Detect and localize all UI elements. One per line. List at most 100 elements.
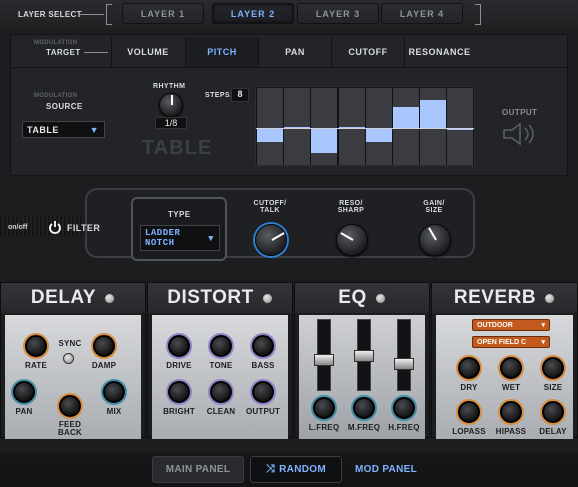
step-value-bar	[257, 128, 283, 142]
random-label: RANDOM	[279, 464, 326, 475]
feedback-knob[interactable]	[59, 395, 81, 417]
tab-pitch[interactable]: PITCH	[185, 37, 258, 67]
mid-freq-knob[interactable]	[353, 397, 375, 419]
mix-knob[interactable]	[103, 381, 125, 403]
eq-power-led[interactable]	[374, 292, 386, 304]
bright-label: BRIGHT	[163, 407, 195, 416]
main-panel-button[interactable]: MAIN PANEL	[152, 456, 244, 483]
cutoff-label: CUTOFF/TALK	[253, 200, 287, 214]
power-icon[interactable]	[48, 220, 62, 234]
step-cell[interactable]	[365, 88, 392, 165]
step-cell[interactable]	[420, 88, 447, 165]
rate-label: RATE	[25, 361, 47, 370]
reso-knob[interactable]	[336, 224, 368, 256]
rate-knob[interactable]	[25, 335, 47, 357]
eq-body: L.FREQ M.FREQ H.FREQ	[299, 315, 425, 439]
pan-knob[interactable]	[13, 381, 35, 403]
bright-knob[interactable]	[168, 381, 190, 403]
step-cell[interactable]	[284, 88, 311, 165]
divider	[80, 14, 104, 15]
delay-body: RATE SYNC DAMP PAN FEED BACK MIX	[5, 315, 141, 439]
low-freq-label: L.FREQ	[308, 423, 340, 432]
wet-label: WET	[501, 383, 521, 392]
bracket-right	[475, 4, 481, 25]
filter-type-line2: NOTCH	[145, 238, 175, 248]
steps-label: STEPS:	[205, 92, 233, 99]
gain-knob[interactable]	[419, 224, 451, 256]
damp-knob[interactable]	[93, 335, 115, 357]
step-value-bar	[420, 99, 447, 129]
tab-resonance[interactable]: RESONANCE	[404, 37, 474, 67]
delay-power-led[interactable]	[104, 292, 116, 304]
distort-body: DRIVE TONE BASS BRIGHT CLEAN OUTPUT	[152, 315, 288, 439]
high-freq-knob[interactable]	[393, 397, 415, 419]
step-cell[interactable]	[257, 88, 283, 165]
bass-knob[interactable]	[252, 335, 274, 357]
mod-panel-button[interactable]: MOD PANEL	[340, 456, 432, 483]
tone-knob[interactable]	[210, 335, 232, 357]
rhythm-knob[interactable]	[159, 93, 183, 117]
random-button[interactable]: ⤨ RANDOM	[250, 456, 342, 483]
speaker-icon	[502, 122, 542, 148]
steps-value[interactable]: 8	[231, 88, 249, 102]
drive-knob[interactable]	[168, 335, 190, 357]
tab-layer-4[interactable]: LAYER 4	[381, 3, 463, 24]
clean-label: CLEAN	[206, 407, 236, 416]
reverb-preset-dropdown[interactable]: OPEN FIELD C ▾	[472, 336, 550, 348]
gain-label: GAIN/SIZE	[423, 200, 445, 214]
bass-label: BASS	[251, 361, 275, 370]
reso-label: RESO/SHARP	[337, 200, 365, 214]
step-cell[interactable]	[338, 88, 365, 165]
low-freq-slider[interactable]	[314, 319, 334, 391]
wet-knob[interactable]	[500, 357, 522, 379]
output-gain-label: OUTPUT	[245, 407, 281, 416]
tab-pan[interactable]: PAN	[258, 37, 331, 67]
tab-layer-3[interactable]: LAYER 3	[297, 3, 379, 24]
output-knob[interactable]	[252, 381, 274, 403]
clean-knob[interactable]	[210, 381, 232, 403]
hipass-knob[interactable]	[500, 401, 522, 423]
step-cell[interactable]	[393, 88, 419, 165]
distort-power-led[interactable]	[261, 292, 273, 304]
mix-label: MIX	[106, 407, 122, 416]
high-freq-slider[interactable]	[394, 319, 414, 391]
tab-layer-1[interactable]: LAYER 1	[122, 3, 204, 24]
sync-toggle[interactable]	[63, 353, 74, 364]
lopass-knob[interactable]	[458, 401, 480, 423]
mid-freq-slider[interactable]	[354, 319, 374, 391]
feedback-label: FEED BACK	[58, 420, 82, 437]
filter-type-dropdown[interactable]: LADDER NOTCH ▼	[140, 225, 220, 251]
reverb-power-led[interactable]	[544, 292, 556, 304]
tab-layer-2[interactable]: LAYER 2	[212, 3, 294, 24]
delay-header: DELAY	[1, 283, 145, 313]
tone-label: TONE	[209, 361, 233, 370]
step-cell[interactable]	[447, 88, 474, 165]
eq-title: EQ	[338, 287, 367, 308]
size-knob[interactable]	[542, 357, 564, 379]
reverb-type-dropdown[interactable]: OUTDOOR ▾	[472, 319, 550, 331]
chevron-down-icon: ▾	[541, 322, 545, 329]
divider	[10, 67, 568, 68]
source-dropdown[interactable]: TABLE ▼	[22, 121, 105, 138]
table-watermark: TABLE	[142, 137, 213, 159]
tab-cutoff[interactable]: CUTOFF	[331, 37, 404, 67]
reverb-body: OUTDOOR ▾ OPEN FIELD C ▾ DRY WET SIZE LOPA…	[436, 315, 573, 439]
step-cell[interactable]	[311, 88, 338, 165]
high-freq-label: H.FREQ	[388, 423, 420, 432]
step-center-line	[256, 128, 474, 129]
delay-panel: DELAY RATE SYNC DAMP PAN FEED BACK MIX	[0, 282, 146, 439]
dry-knob[interactable]	[458, 357, 480, 379]
rhythm-label: RHYTHM	[153, 83, 186, 90]
reverb-type-value: OUTDOOR	[477, 321, 513, 329]
cutoff-knob[interactable]	[255, 224, 287, 256]
tab-volume[interactable]: VOLUME	[111, 37, 184, 67]
target-caption: MODULATION	[34, 40, 78, 46]
size-label: SIZE	[543, 383, 563, 392]
reverb-title: REVERB	[453, 287, 537, 308]
reverb-delay-knob[interactable]	[542, 401, 564, 423]
chevron-down-icon: ▾	[541, 339, 545, 346]
step-sequencer-grid[interactable]	[255, 86, 475, 166]
reverb-panel: REVERB OUTDOOR ▾ OPEN FIELD C ▾ DRY WET SI…	[431, 282, 578, 439]
low-freq-knob[interactable]	[313, 397, 335, 419]
damp-label: DAMP	[91, 361, 117, 370]
